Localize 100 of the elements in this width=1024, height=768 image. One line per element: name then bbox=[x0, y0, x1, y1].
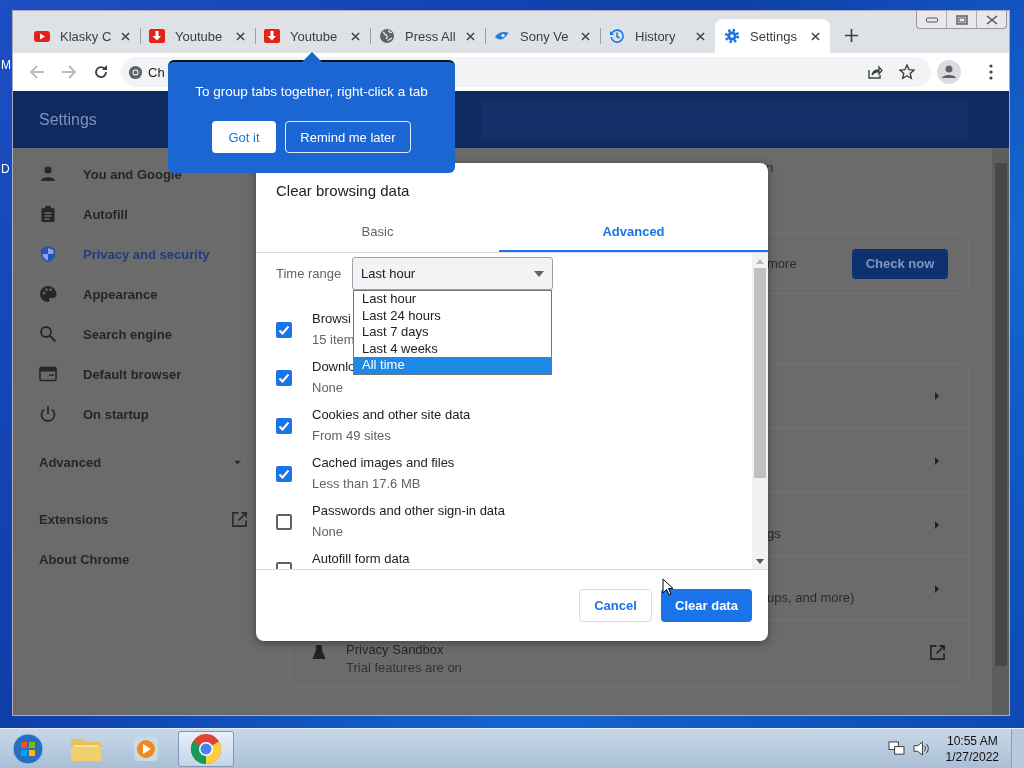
scrollbar[interactable] bbox=[992, 148, 1009, 715]
caret-icon bbox=[233, 459, 242, 465]
sidebar-item[interactable]: On startup bbox=[13, 394, 256, 434]
external-link-icon[interactable] bbox=[929, 644, 946, 661]
sidebar-item[interactable]: You and Google bbox=[13, 154, 256, 194]
clock-icon bbox=[609, 28, 625, 44]
browser-tab[interactable]: History bbox=[600, 19, 715, 53]
row-subtitle-fragment: gs bbox=[767, 526, 781, 541]
browser-tab[interactable]: Settings bbox=[715, 19, 830, 53]
volume-icon[interactable] bbox=[912, 741, 930, 756]
close-icon[interactable] bbox=[121, 31, 130, 41]
row-title: Privacy Sandbox bbox=[346, 641, 445, 658]
card-text-fragment: more bbox=[767, 256, 797, 271]
profile-icon[interactable] bbox=[937, 60, 961, 84]
menu-icon[interactable] bbox=[989, 64, 993, 80]
option-detail: Less than 17.6 MB bbox=[312, 475, 422, 493]
clear-data-button[interactable]: Clear data bbox=[661, 589, 752, 622]
play-icon bbox=[34, 28, 50, 44]
globe-icon bbox=[379, 28, 395, 44]
close-icon[interactable] bbox=[351, 31, 360, 41]
network-icon[interactable] bbox=[887, 741, 905, 756]
dropdown-option[interactable]: Last hour bbox=[354, 291, 551, 308]
clock[interactable]: 10:55 AM 1/27/2022 bbox=[945, 732, 999, 765]
page-title: Settings bbox=[39, 110, 98, 129]
dialog-title: Clear browsing data bbox=[275, 181, 411, 201]
remind-later-button[interactable]: Remind me later bbox=[285, 121, 411, 153]
arrow-icon[interactable] bbox=[934, 455, 940, 466]
person-icon bbox=[39, 165, 57, 183]
palette-icon bbox=[39, 285, 57, 303]
taskbar-app[interactable] bbox=[178, 730, 234, 767]
desktop-icon-label: D bbox=[1, 162, 10, 176]
cancel-button[interactable]: Cancel bbox=[579, 589, 652, 622]
sidebar-link[interactable]: About Chrome bbox=[13, 539, 256, 579]
minimize-icon bbox=[925, 16, 938, 23]
option-label: Cookies and other site data bbox=[312, 406, 471, 424]
dropdown-option[interactable]: Last 7 days bbox=[354, 324, 551, 341]
desktop-icon-label: M bbox=[1, 58, 11, 72]
option-label: Browsi bbox=[312, 310, 352, 328]
time-range-label: Time range bbox=[276, 266, 343, 281]
browser-tab[interactable]: Youtube bbox=[140, 19, 255, 53]
close-icon[interactable] bbox=[696, 31, 705, 41]
caret-icon bbox=[534, 270, 544, 277]
dropdown-option[interactable]: All time bbox=[354, 357, 551, 374]
dropdown-option[interactable]: Last 24 hours bbox=[354, 307, 551, 324]
browser-tab[interactable]: Sony Ve bbox=[485, 19, 600, 53]
new-tab-icon[interactable] bbox=[845, 29, 858, 42]
chrome-logo bbox=[190, 732, 222, 765]
checkbox[interactable] bbox=[276, 514, 292, 530]
sidebar-item[interactable]: Autofill bbox=[13, 194, 256, 234]
dialog-tab[interactable]: Basic bbox=[256, 213, 499, 252]
advanced-section-toggle[interactable]: Advanced bbox=[13, 442, 256, 482]
option-label: Passwords and other sign-in data bbox=[312, 502, 505, 520]
close-icon[interactable] bbox=[236, 31, 245, 41]
close-icon bbox=[985, 14, 998, 25]
tip-text: To group tabs together, right-click a tab bbox=[195, 84, 428, 99]
external-link-icon bbox=[231, 510, 248, 528]
time-range-select[interactable]: Last hour bbox=[352, 257, 553, 290]
maximize-icon bbox=[955, 14, 968, 25]
checkbox[interactable] bbox=[276, 370, 292, 386]
option-detail: None bbox=[312, 379, 345, 397]
play-icon bbox=[132, 734, 160, 763]
dropdown-option[interactable]: Last 4 weeks bbox=[354, 340, 551, 357]
scroll-down-icon[interactable] bbox=[756, 559, 764, 564]
option-label: Autofill form data bbox=[312, 550, 410, 568]
shield-icon bbox=[39, 245, 57, 263]
checkbox[interactable] bbox=[276, 322, 292, 338]
option-detail: None bbox=[312, 523, 345, 541]
star-icon[interactable] bbox=[899, 64, 915, 80]
share-icon[interactable] bbox=[867, 64, 883, 80]
browser-tab[interactable]: Youtube bbox=[255, 19, 370, 53]
sidebar-item[interactable]: Appearance bbox=[13, 274, 256, 314]
got-it-button[interactable]: Got it bbox=[212, 121, 276, 153]
close-icon[interactable] bbox=[581, 31, 590, 41]
checkbox[interactable] bbox=[276, 418, 292, 434]
flask-icon bbox=[312, 644, 326, 661]
dialog-tab[interactable]: Advanced bbox=[499, 213, 768, 252]
download-icon bbox=[149, 28, 165, 44]
power-icon bbox=[39, 405, 57, 423]
browser-window-icon bbox=[39, 365, 57, 383]
sidebar-item[interactable]: Default browser bbox=[13, 354, 256, 394]
sidebar-link[interactable]: Extensions bbox=[13, 499, 256, 539]
arrow-icon[interactable] bbox=[934, 583, 940, 594]
checkbox[interactable] bbox=[276, 466, 292, 482]
option-label: Cached images and files bbox=[312, 454, 455, 472]
pointer-icon bbox=[662, 578, 674, 596]
windows-logo bbox=[12, 732, 44, 765]
check-now-button[interactable]: Check now bbox=[852, 248, 948, 279]
arrow-icon[interactable] bbox=[934, 519, 940, 530]
chrome-icon bbox=[128, 64, 143, 80]
settings-icon bbox=[724, 28, 740, 44]
close-icon[interactable] bbox=[811, 31, 820, 41]
scrollbar[interactable] bbox=[752, 253, 768, 569]
reload-icon[interactable] bbox=[93, 64, 109, 80]
browser-tab[interactable]: Klasky C bbox=[25, 19, 140, 53]
option-detail: From 49 sites bbox=[312, 427, 392, 445]
arrow-icon[interactable] bbox=[934, 391, 940, 401]
browser-tab[interactable]: Press All bbox=[370, 19, 485, 53]
close-icon[interactable] bbox=[466, 31, 475, 41]
clipboard-icon bbox=[39, 205, 57, 223]
sidebar-item[interactable]: Search engine bbox=[13, 314, 256, 354]
